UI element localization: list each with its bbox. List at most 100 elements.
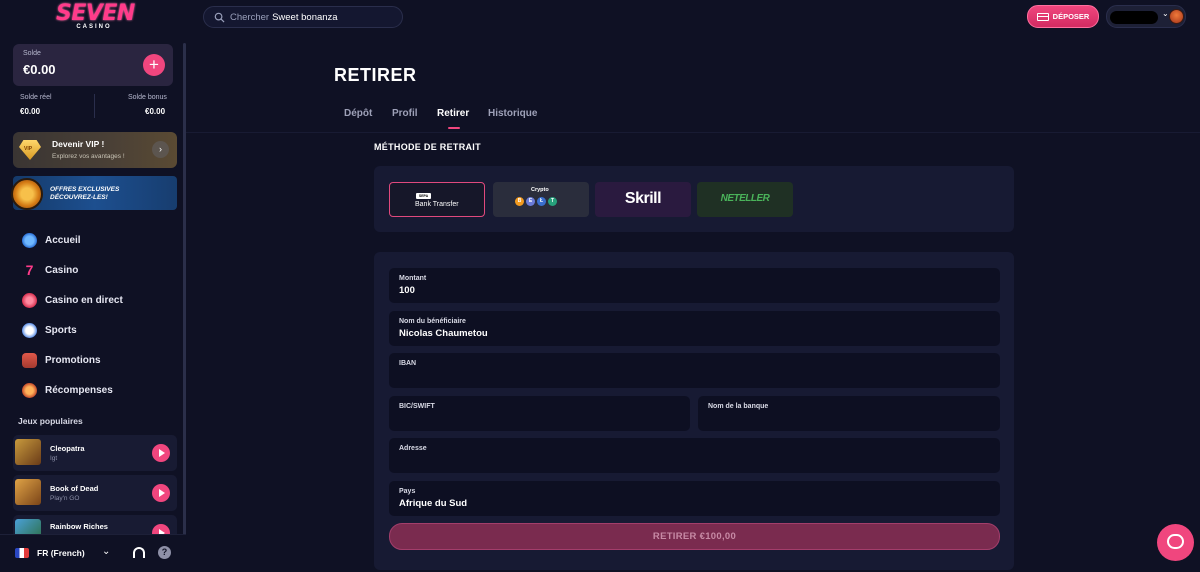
- method-neteller[interactable]: NETELLER: [697, 182, 793, 217]
- trophy-icon: [22, 382, 37, 398]
- game-row-cleopatra[interactable]: Cleopatra Igt: [13, 435, 177, 471]
- sidebar-item-label: Sports: [45, 324, 77, 336]
- gift-icon: [22, 352, 37, 368]
- sidebar-item-label: Casino: [45, 264, 79, 276]
- method-skrill[interactable]: Skrill: [595, 182, 691, 217]
- search-input[interactable]: Chercher Sweet bonanza: [203, 6, 403, 28]
- redacted-username: [1110, 11, 1158, 24]
- withdraw-methods-panel: SEPA Bank Transfer Crypto B E Ł T Skrill…: [374, 166, 1014, 232]
- credit-card-icon: [1036, 12, 1049, 21]
- country-select[interactable]: Pays Afrique du Sud: [389, 481, 1000, 516]
- field-label: Adresse: [399, 445, 427, 452]
- field-label: IBAN: [399, 360, 417, 367]
- live-chat-button[interactable]: [1157, 524, 1194, 561]
- chevron-down-icon[interactable]: ⌄: [102, 546, 110, 557]
- balance-card: Solde €0.00 +: [13, 44, 173, 86]
- method-label: NETELLER: [720, 193, 770, 204]
- sidebar-item-label: Récompenses: [45, 384, 113, 396]
- logo-text: SEVEN: [56, 1, 135, 26]
- sidebar-item-promotions[interactable]: Promotions: [22, 352, 101, 368]
- sidebar-item-casino-en-direct[interactable]: Casino en direct: [22, 292, 123, 308]
- tab-retirer[interactable]: Retirer: [437, 108, 469, 119]
- bitcoin-icon: B: [515, 197, 524, 206]
- field-value: Nicolas Chaumetou: [399, 328, 488, 339]
- sidebar-item-label: Accueil: [45, 234, 81, 246]
- language-selector[interactable]: FR (French): [37, 548, 85, 558]
- balance-value: €0.00: [23, 62, 56, 77]
- add-funds-button[interactable]: +: [143, 54, 165, 76]
- search-placeholder: Chercher: [230, 11, 270, 23]
- tab-depot[interactable]: Dépôt: [344, 108, 372, 119]
- field-label: Nom de la banque: [708, 403, 769, 410]
- iban-field[interactable]: IBAN: [389, 353, 1000, 388]
- field-label: Nom du bénéficiaire: [399, 318, 466, 325]
- language-bar: FR (French) ⌄ ?: [0, 534, 186, 572]
- sidebar-item-recompenses[interactable]: Récompenses: [22, 382, 113, 398]
- sidebar-item-casino[interactable]: 7 Casino: [22, 261, 79, 278]
- sidebar-item-label: Promotions: [45, 354, 101, 366]
- search-term: Sweet bonanza: [272, 11, 338, 23]
- field-label: Pays: [399, 488, 416, 495]
- method-label: Bank Transfer: [415, 201, 459, 208]
- game-thumbnail: [15, 479, 41, 505]
- sidebar-item-sports[interactable]: Sports: [22, 322, 77, 338]
- tab-profil[interactable]: Profil: [392, 108, 418, 119]
- sidebar: Solde €0.00 + Solde réel €0.00 Solde bon…: [0, 34, 186, 572]
- offers-line2: DÉCOUVREZ-LES!: [50, 194, 108, 201]
- soccer-ball-icon: [22, 322, 37, 338]
- crypto-coins: B E Ł T: [515, 197, 557, 206]
- user-menu[interactable]: ⌄: [1106, 5, 1186, 28]
- search-icon: [214, 12, 225, 23]
- offers-line1: OFFRES EXCLUSIVES: [50, 186, 120, 193]
- game-name: Book of Dead: [50, 484, 99, 493]
- game-provider: Igt: [50, 455, 58, 462]
- avatar: [1169, 9, 1184, 24]
- play-icon[interactable]: [152, 484, 170, 502]
- top-bar: SEVEN CASINO Chercher Sweet bonanza DÉPO…: [0, 0, 1200, 34]
- play-icon[interactable]: [152, 444, 170, 462]
- vip-banner[interactable]: VIP Devenir VIP ! Explorez vos avantages…: [13, 132, 177, 168]
- real-balance-label: Solde réel: [20, 94, 52, 101]
- deposit-button[interactable]: DÉPOSER: [1027, 5, 1099, 28]
- ethereum-icon: E: [526, 197, 535, 206]
- game-thumbnail: [15, 439, 41, 465]
- vip-title: Devenir VIP !: [52, 139, 105, 149]
- beneficiary-name-field[interactable]: Nom du bénéficiaire Nicolas Chaumetou: [389, 311, 1000, 346]
- chevron-down-icon: ⌄: [1162, 9, 1169, 18]
- method-crypto[interactable]: Crypto B E Ł T: [493, 182, 589, 217]
- game-row-book-of-dead[interactable]: Book of Dead Play'n GO: [13, 475, 177, 511]
- coin-icon: [11, 178, 43, 210]
- headset-icon[interactable]: [133, 547, 145, 558]
- withdraw-submit-button[interactable]: RETIRER €100,00: [389, 523, 1000, 550]
- field-label: Montant: [399, 275, 427, 282]
- help-icon[interactable]: ?: [158, 546, 171, 559]
- home-icon: [22, 232, 37, 248]
- tab-historique[interactable]: Historique: [488, 108, 537, 119]
- popular-games-title: Jeux populaires: [18, 416, 83, 426]
- deposit-label: DÉPOSER: [1052, 12, 1090, 21]
- casino-logo[interactable]: SEVEN CASINO: [56, 1, 135, 32]
- page-title: RETIRER: [334, 65, 417, 85]
- sidebar-item-label: Casino en direct: [45, 294, 123, 306]
- game-name: Rainbow Riches: [50, 522, 108, 531]
- exclusive-offers-banner[interactable]: OFFRES EXCLUSIVES DÉCOUVREZ-LES!: [11, 176, 177, 210]
- amount-field[interactable]: Montant 100: [389, 268, 1000, 303]
- game-provider: Play'n GO: [50, 495, 80, 502]
- address-field[interactable]: Adresse: [389, 438, 1000, 473]
- active-tab-indicator: [448, 127, 460, 129]
- vip-subtitle: Explorez vos avantages !: [52, 153, 125, 160]
- bic-swift-field[interactable]: BIC/SWIFT: [389, 396, 690, 431]
- sepa-badge: SEPA: [416, 193, 431, 199]
- seven-icon: 7: [25, 261, 34, 278]
- method-label: Crypto: [531, 187, 549, 193]
- france-flag-icon: [15, 548, 29, 558]
- litecoin-icon: Ł: [537, 197, 546, 206]
- chevron-right-icon[interactable]: ›: [152, 141, 169, 158]
- sidebar-scrollbar[interactable]: [183, 43, 186, 563]
- withdraw-method-heading: MÉTHODE DE RETRAIT: [374, 142, 481, 152]
- sidebar-item-accueil[interactable]: Accueil: [22, 232, 81, 248]
- vip-diamond-icon: VIP: [19, 140, 41, 160]
- bank-name-field[interactable]: Nom de la banque: [698, 396, 1000, 431]
- bonus-balance-value: €0.00: [145, 107, 166, 116]
- method-bank-transfer[interactable]: SEPA Bank Transfer: [389, 182, 485, 217]
